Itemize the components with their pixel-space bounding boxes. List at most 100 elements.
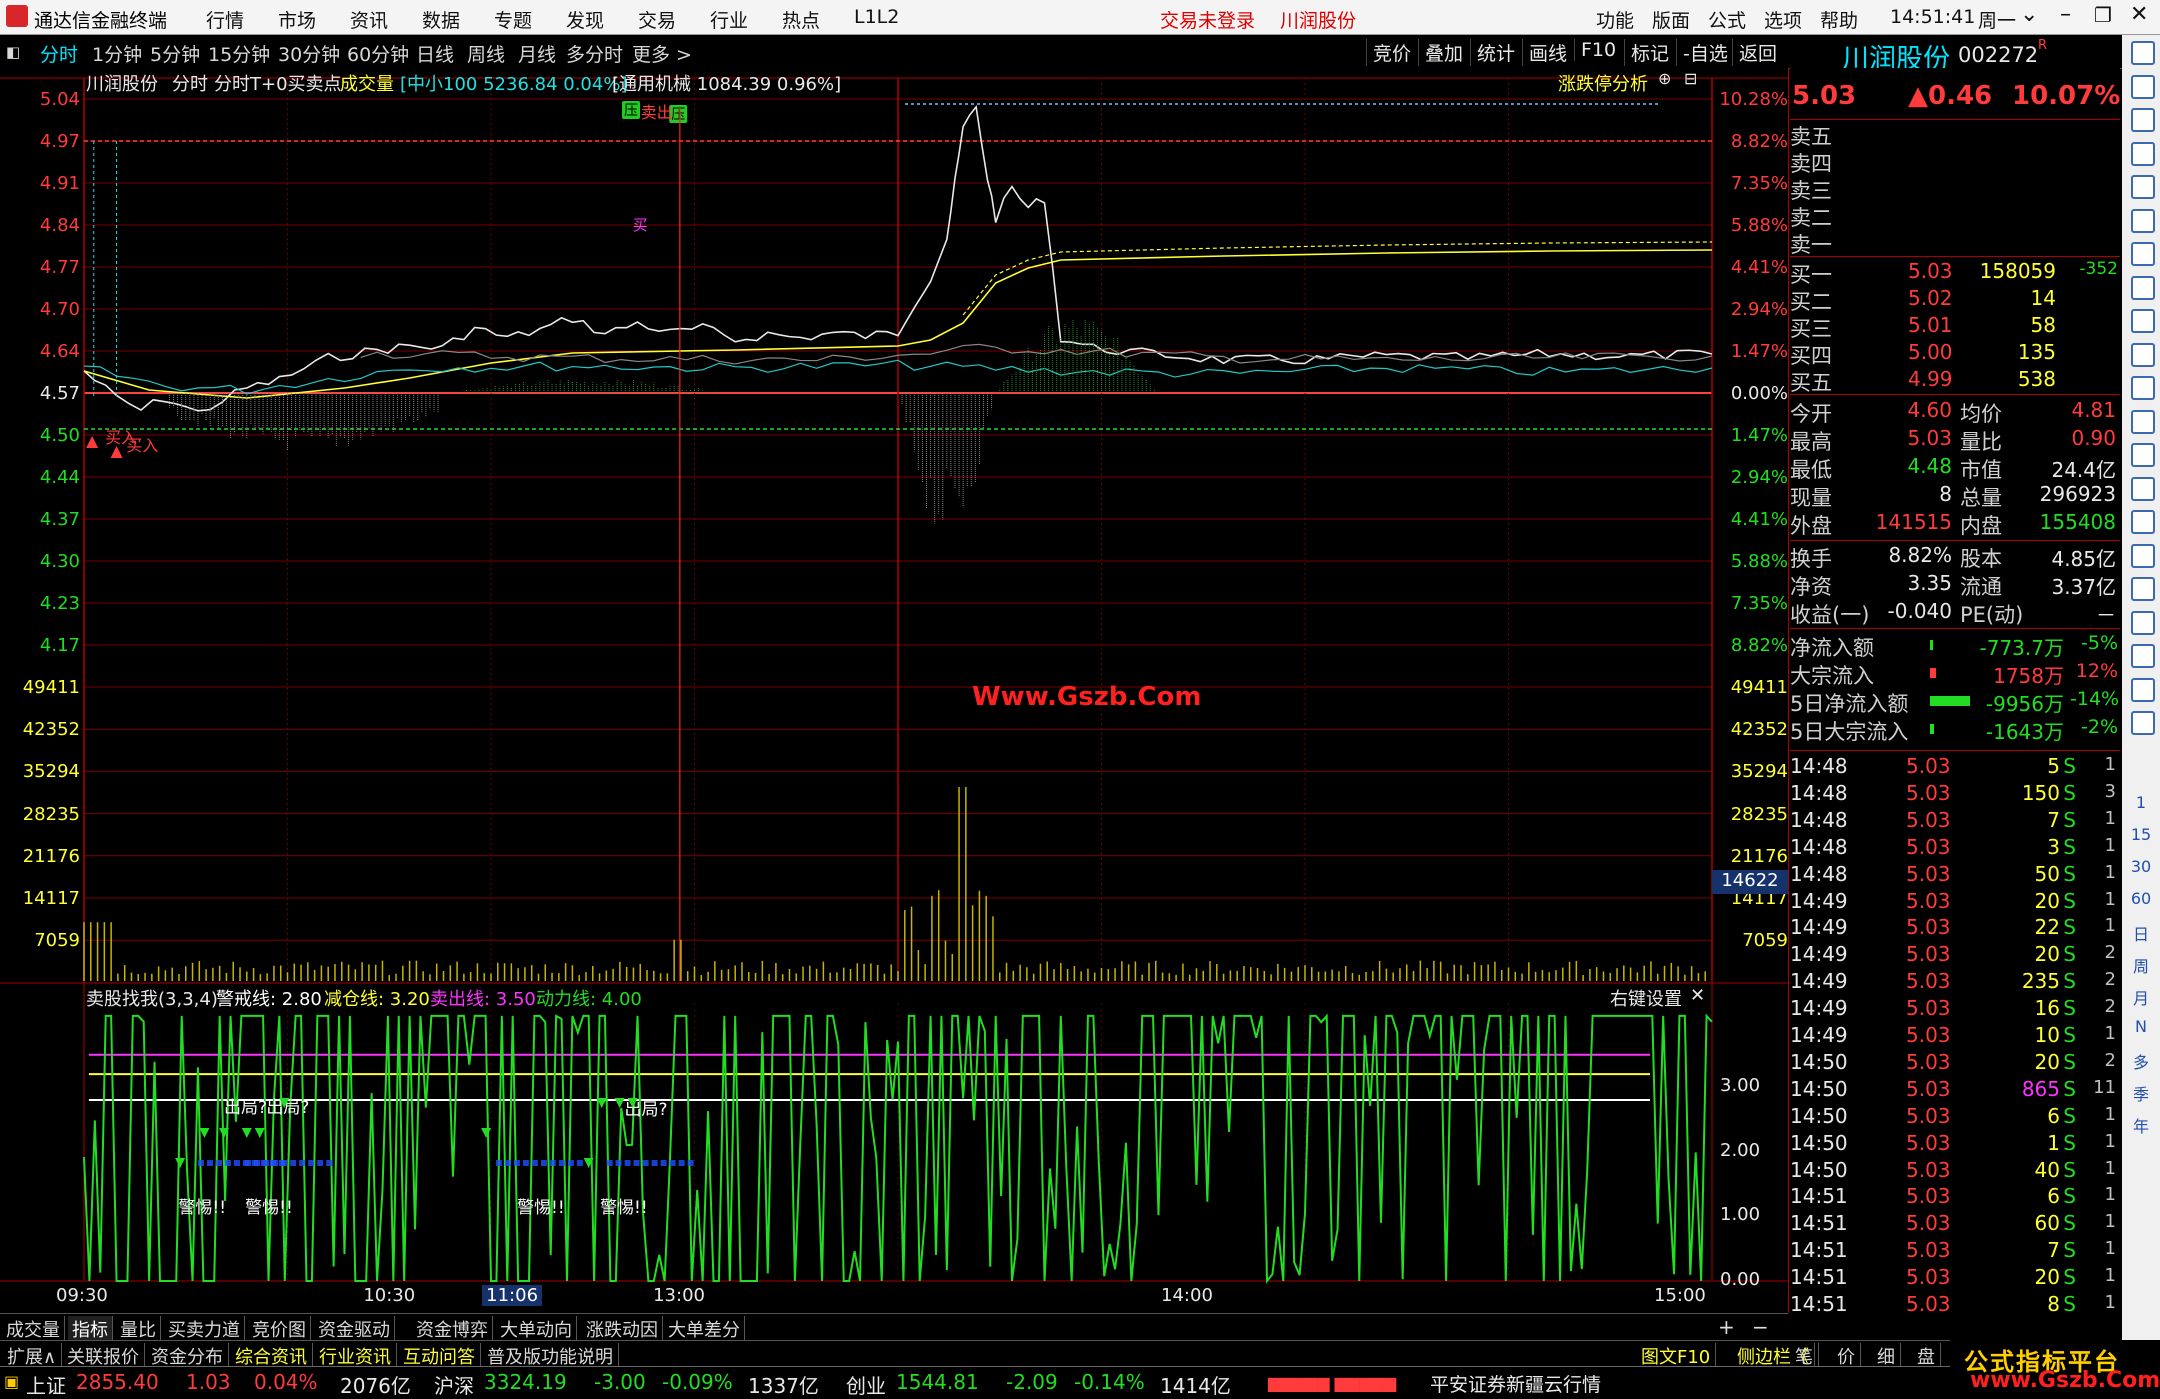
- refresh-icon[interactable]: [2131, 711, 2155, 735]
- menu-data[interactable]: 数据: [422, 6, 460, 33]
- indicator-tab[interactable]: 涨跌动因: [582, 1316, 663, 1342]
- period-tab-month[interactable]: 月线: [518, 40, 556, 67]
- btn-f10[interactable]: F10: [1574, 39, 1622, 61]
- flow-row[interactable]: 大宗流入 1758万 12%: [1790, 660, 2120, 688]
- indicator-tab[interactable]: 大单动向: [496, 1316, 577, 1342]
- info-icon[interactable]: [2131, 376, 2155, 400]
- indicator-tab[interactable]: 大单差分: [664, 1316, 745, 1342]
- btn-overlay[interactable]: 叠加: [1418, 39, 1469, 66]
- btn-auction[interactable]: 竞价: [1366, 39, 1417, 66]
- f2-icon[interactable]: [2131, 409, 2155, 434]
- bid-row[interactable]: 买三 5.01 58: [1790, 313, 2120, 341]
- btn-mark[interactable]: 标记: [1624, 39, 1675, 66]
- period-tab-intraday[interactable]: 分时: [40, 40, 78, 67]
- sidebar-period-label[interactable]: 季: [2122, 1081, 2160, 1105]
- menu-topics[interactable]: 专题: [494, 6, 532, 33]
- period-tab-day[interactable]: 日线: [416, 40, 454, 67]
- trend-icon[interactable]: [2131, 510, 2155, 534]
- btn-watchlist[interactable]: -自选: [1676, 39, 1734, 66]
- indicator-tab[interactable]: 成交量: [2, 1316, 65, 1342]
- chart-collapse-icon[interactable]: ⊟: [1684, 69, 1697, 88]
- sidebar-period-label[interactable]: 60: [2122, 889, 2160, 908]
- period-tab-week[interactable]: 周线: [467, 40, 505, 67]
- panel-toggle-icon[interactable]: ◧: [6, 43, 20, 61]
- period-tab-multi[interactable]: 多分时: [566, 40, 623, 67]
- menu-layout[interactable]: 版面: [1652, 6, 1690, 33]
- menu-trade[interactable]: 交易: [638, 6, 676, 33]
- sidebar-period-label[interactable]: 1: [2122, 793, 2160, 812]
- menu-news[interactable]: 资讯: [350, 6, 388, 33]
- indicator-tab[interactable]: 资金博弈: [412, 1316, 493, 1342]
- chart-area[interactable]: 压压卖出买买入 买入 出局? 出局? 出局? 警惕!! 警惕!! 警惕!! 警惕!! 川润股份 …: [0, 68, 1789, 1313]
- menu-help[interactable]: 帮助: [1820, 6, 1858, 33]
- menu-quotes[interactable]: 行情: [206, 6, 244, 33]
- ask-row[interactable]: 卖五: [1790, 121, 2120, 149]
- flow-row[interactable]: 5日大宗流入 -1643万 -2%: [1790, 716, 2120, 744]
- menu-l1l2[interactable]: L1L2: [854, 6, 899, 28]
- ask-row[interactable]: 卖三: [1790, 175, 2120, 203]
- period-tab-15min[interactable]: 15分钟: [208, 40, 270, 67]
- sidebar-period-label[interactable]: N: [2122, 1017, 2160, 1036]
- fs-icon[interactable]: [2131, 677, 2155, 702]
- indicator-close-icon[interactable]: ✕: [1690, 985, 1705, 1006]
- kline-icon[interactable]: [2131, 242, 2155, 266]
- menu-discover[interactable]: 发现: [566, 6, 604, 33]
- radar-icon[interactable]: [2131, 543, 2155, 568]
- bid-row[interactable]: 买一 5.03 158059 -352: [1790, 259, 2120, 287]
- limit-analysis-link[interactable]: 涨跌停分析: [1558, 70, 1648, 96]
- remove-indicator-icon[interactable]: −: [1752, 1315, 1769, 1339]
- sidebar-period-label[interactable]: 15: [2122, 825, 2160, 844]
- doc-icon[interactable]: [2131, 342, 2155, 367]
- grid-icon[interactable]: [2131, 175, 2155, 199]
- period-tab-5min[interactable]: 5分钟: [150, 40, 200, 67]
- down-icon[interactable]: [2131, 108, 2155, 132]
- wave-icon[interactable]: [2131, 577, 2155, 601]
- indicator-tab[interactable]: 指标: [68, 1316, 113, 1342]
- chart-settings-icon[interactable]: ⊕: [1658, 69, 1671, 88]
- list-icon[interactable]: [2131, 141, 2155, 166]
- menu-formula[interactable]: 公式: [1708, 6, 1746, 33]
- period-tab-30min[interactable]: 30分钟: [278, 40, 340, 67]
- f10-icon[interactable]: [2131, 309, 2155, 333]
- bid-row[interactable]: 买五 4.99 538: [1790, 367, 2120, 395]
- btn-back[interactable]: 返回: [1732, 39, 1783, 66]
- chart-icon[interactable]: [2131, 208, 2155, 233]
- sidebar-period-label[interactable]: 周: [2122, 953, 2160, 977]
- indicator-settings[interactable]: 右键设置: [1610, 985, 1682, 1011]
- menu-options[interactable]: 选项: [1764, 6, 1802, 33]
- btn-stats[interactable]: 统计: [1470, 39, 1521, 66]
- indicator-name[interactable]: 卖股找我(3,3,4): [86, 985, 218, 1011]
- menu-industry[interactable]: 行业: [710, 6, 748, 33]
- add-indicator-icon[interactable]: +: [1718, 1315, 1735, 1339]
- pct-icon[interactable]: [2131, 610, 2155, 635]
- close-icon[interactable]: ✕: [2130, 2, 2148, 27]
- f5-icon[interactable]: [2131, 443, 2155, 467]
- broker-name[interactable]: 平安证券新疆云行情: [1430, 1370, 1601, 1397]
- menu-function[interactable]: 功能: [1596, 6, 1634, 33]
- sidebar-period-label[interactable]: 30: [2122, 857, 2160, 876]
- tools-icon[interactable]: [2131, 476, 2155, 501]
- indicator-tab[interactable]: 资金驱动: [314, 1316, 395, 1342]
- sidebar-period-label[interactable]: 多: [2122, 1049, 2160, 1073]
- menu-hot[interactable]: 热点: [782, 6, 820, 33]
- ask-row[interactable]: 卖二: [1790, 202, 2120, 230]
- sidebar-period-label[interactable]: 年: [2122, 1113, 2160, 1137]
- dropdown-icon[interactable]: ⌄: [2020, 2, 2038, 27]
- pen-icon[interactable]: [2131, 644, 2155, 668]
- menu-market[interactable]: 市场: [278, 6, 316, 33]
- bid-row[interactable]: 买二 5.02 14: [1790, 286, 2120, 314]
- period-tab-1min[interactable]: 1分钟: [92, 40, 142, 67]
- flow-row[interactable]: 5日净流入额 -9956万 -14%: [1790, 688, 2120, 716]
- period-tab-more[interactable]: 更多 >: [632, 40, 692, 67]
- ask-row[interactable]: 卖四: [1790, 148, 2120, 176]
- flow-row[interactable]: 净流入额 -773.7万 -5%: [1790, 632, 2120, 660]
- bid-row[interactable]: 买四 5.00 135: [1790, 340, 2120, 368]
- sidebar-period-label[interactable]: 月: [2122, 985, 2160, 1009]
- restore-icon[interactable]: ❐: [2094, 3, 2112, 27]
- intraday-chart-svg[interactable]: 压压卖出买买入买入出局? 出局? 出局?警惕!! 警惕!! 警惕!! 警惕!!: [0, 68, 1788, 1313]
- status-icon[interactable]: ▣: [4, 1372, 19, 1391]
- indicator-tab[interactable]: 竞价图: [248, 1316, 311, 1342]
- up-icon[interactable]: [2131, 74, 2155, 99]
- indicator-tab[interactable]: 买卖力道: [164, 1316, 245, 1342]
- ask-row[interactable]: 卖一: [1790, 229, 2120, 257]
